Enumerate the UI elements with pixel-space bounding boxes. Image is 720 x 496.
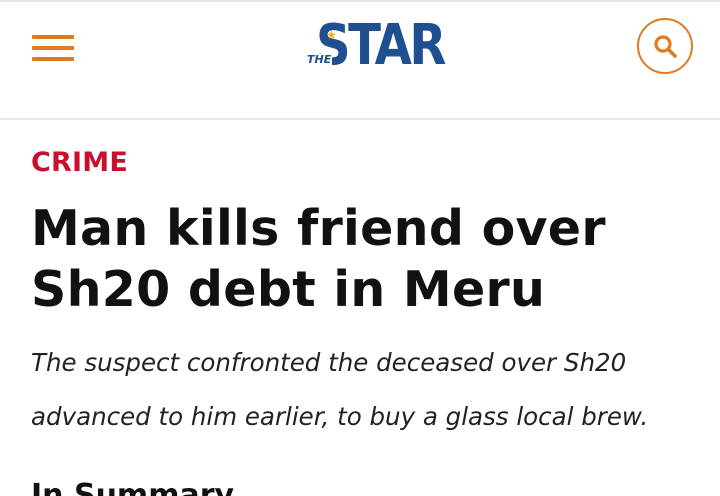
the-star-logo[interactable]: STAR THE ★ [305, 15, 446, 82]
category-link[interactable]: CRIME [31, 146, 128, 180]
menu-button[interactable] [32, 33, 74, 63]
logo-star-icon: ★ [326, 28, 337, 42]
search-button[interactable] [637, 18, 693, 74]
menu-bar [32, 46, 74, 50]
article-summary: The suspect confronted the deceased over… [31, 348, 649, 431]
logo-wordmark: STAR [316, 13, 446, 78]
menu-bar [32, 35, 74, 39]
logo-prefix: THE [306, 53, 333, 66]
article-headline: Man kills friend over Sh20 debt in Meru [31, 200, 606, 318]
menu-bar [32, 57, 74, 61]
search-icon [654, 35, 677, 58]
in-summary-heading: In Summary [31, 478, 235, 496]
site-header: STAR THE ★ [0, 2, 720, 120]
